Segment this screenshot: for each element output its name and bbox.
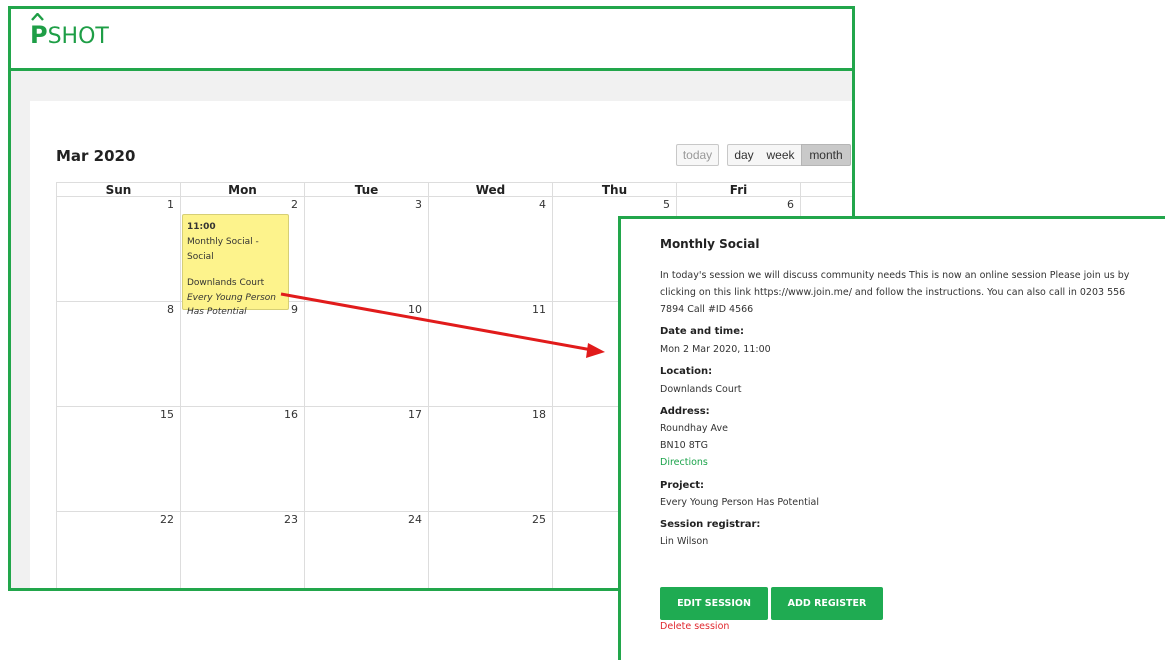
- weekday-header: Tue: [304, 182, 429, 197]
- weekday-header: Sun: [56, 182, 181, 197]
- registrar-value: Lin Wilson: [660, 536, 709, 547]
- logo-mark: P: [30, 13, 48, 50]
- day-cell[interactable]: 18: [428, 406, 553, 512]
- session-detail-popup: Monthly Social In today's session we wil…: [618, 216, 1165, 660]
- weekday-header: Fri: [676, 182, 801, 197]
- day-cell[interactable]: 23: [180, 511, 305, 588]
- location-label: Location:: [660, 366, 713, 377]
- day-cell[interactable]: 17: [304, 406, 429, 512]
- weekday-header: Wed: [428, 182, 553, 197]
- weekday-header-row: Sun Mon Tue Wed Thu Fri: [56, 182, 852, 197]
- app-header: P SHOT: [11, 9, 852, 71]
- day-cell[interactable]: 22: [56, 511, 181, 588]
- event-time: 11:00: [187, 222, 216, 232]
- day-cell[interactable]: 15: [56, 406, 181, 512]
- address-line-2: BN10 8TG: [660, 440, 708, 451]
- directions-link[interactable]: Directions: [660, 457, 708, 468]
- project-value: Every Young Person Has Potential: [660, 497, 819, 508]
- date-value: Mon 2 Mar 2020, 11:00: [660, 344, 771, 355]
- edit-session-button[interactable]: EDIT SESSION: [660, 587, 768, 620]
- day-cell[interactable]: 1: [56, 196, 181, 302]
- day-cell[interactable]: 10: [304, 301, 429, 407]
- day-cell[interactable]: 24: [304, 511, 429, 588]
- location-value: Downlands Court: [660, 384, 742, 395]
- add-register-button[interactable]: ADD REGISTER: [771, 587, 883, 620]
- address-line-1: Roundhay Ave: [660, 423, 728, 434]
- calendar-event[interactable]: 11:00 Monthly Social - Social Downlands …: [182, 214, 289, 317]
- project-label: Project:: [660, 480, 705, 491]
- week-view-button[interactable]: week: [760, 144, 802, 166]
- date-label: Date and time:: [660, 326, 745, 337]
- weekday-header: Mon: [180, 182, 305, 197]
- month-view-button[interactable]: month: [801, 144, 851, 166]
- address-label: Address:: [660, 406, 710, 417]
- weekday-header: [800, 182, 852, 197]
- upshot-logo[interactable]: P SHOT: [30, 13, 109, 52]
- logo-text: SHOT: [47, 24, 109, 49]
- day-cell[interactable]: 8: [56, 301, 181, 407]
- day-cell[interactable]: 25: [428, 511, 553, 588]
- calendar-title: Mar 2020: [56, 147, 136, 165]
- delete-session-link[interactable]: Delete session: [660, 621, 729, 632]
- day-cell[interactable]: 3: [304, 196, 429, 302]
- popup-title: Monthly Social: [660, 237, 760, 251]
- weekday-header: Thu: [552, 182, 677, 197]
- day-cell[interactable]: 11: [428, 301, 553, 407]
- event-name: Monthly Social - Social: [187, 237, 259, 262]
- day-view-button[interactable]: day: [727, 144, 761, 166]
- event-project: Every Young Person Has Potential: [187, 293, 276, 317]
- session-description: In today's session we will discuss commu…: [660, 270, 1130, 315]
- today-button[interactable]: today: [676, 144, 719, 166]
- event-spacer: [187, 265, 284, 276]
- registrar-label: Session registrar:: [660, 519, 761, 530]
- logo-hat-icon: [31, 13, 44, 21]
- event-location: Downlands Court: [187, 278, 265, 288]
- day-cell[interactable]: 4: [428, 196, 553, 302]
- day-cell[interactable]: 16: [180, 406, 305, 512]
